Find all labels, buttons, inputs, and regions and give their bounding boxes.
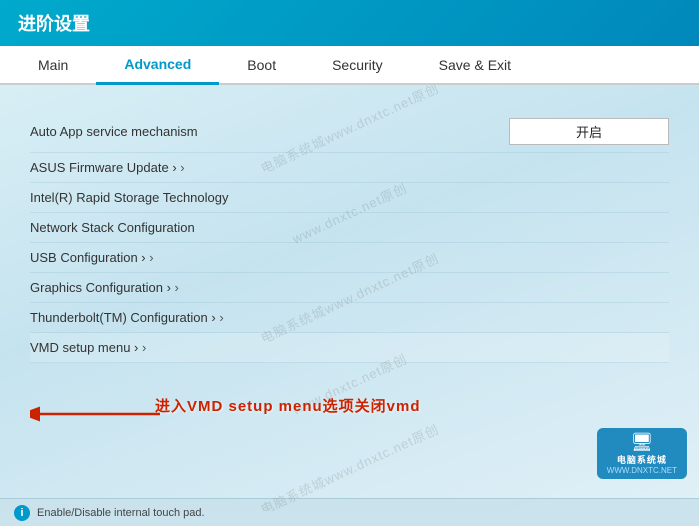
annotation-box: 进入VMD setup menu选项关闭vmd	[155, 395, 421, 416]
settings-list: Auto App service mechanism开启 ASUS Firmwar…	[30, 111, 669, 363]
settings-row-thunderbolt[interactable]: Thunderbolt(TM) Configuration ›	[30, 303, 669, 333]
tab-security[interactable]: Security	[304, 47, 411, 83]
title-bar: 进阶设置	[0, 0, 699, 46]
info-icon: i	[14, 505, 30, 521]
settings-row-vmd-setup[interactable]: VMD setup menu ›	[30, 333, 669, 363]
red-arrow-container	[30, 400, 170, 433]
tab-advanced[interactable]: Advanced	[96, 46, 219, 85]
tab-main[interactable]: Main	[10, 47, 96, 83]
settings-row-intel-rst: Intel(R) Rapid Storage Technology	[30, 183, 669, 213]
nav-tabs: MainAdvancedBootSecuritySave & Exit	[0, 46, 699, 85]
row-label-asus-firmware: ASUS Firmware Update ›	[30, 160, 669, 175]
brand-box: 🖥 电脑系统城 WWW.DNXTC.NET	[597, 428, 687, 479]
settings-row-asus-firmware[interactable]: ASUS Firmware Update ›	[30, 153, 669, 183]
settings-row-network-stack: Network Stack Configuration	[30, 213, 669, 243]
brand-url: WWW.DNXTC.NET	[607, 466, 677, 475]
settings-row-graphics-config[interactable]: Graphics Configuration ›	[30, 273, 669, 303]
tab-boot[interactable]: Boot	[219, 47, 304, 83]
settings-row-usb-config[interactable]: USB Configuration ›	[30, 243, 669, 273]
row-label-usb-config: USB Configuration ›	[30, 250, 669, 265]
row-value-auto-app[interactable]: 开启	[509, 118, 669, 145]
bottom-bar: i Enable/Disable internal touch pad.	[0, 498, 699, 526]
row-label-auto-app: Auto App service mechanism	[30, 124, 509, 139]
brand-watermark: 🖥 电脑系统城 WWW.DNXTC.NET	[597, 428, 687, 479]
annotation-text: 进入VMD setup menu选项关闭vmd	[155, 398, 421, 415]
row-label-thunderbolt: Thunderbolt(TM) Configuration ›	[30, 310, 669, 325]
row-label-network-stack: Network Stack Configuration	[30, 220, 669, 235]
brand-icon: 🖥	[630, 432, 653, 452]
row-label-graphics-config: Graphics Configuration ›	[30, 280, 669, 295]
brand-name: 电脑系统城	[607, 453, 677, 466]
settings-row-auto-app[interactable]: Auto App service mechanism开启	[30, 111, 669, 153]
row-label-intel-rst: Intel(R) Rapid Storage Technology	[30, 190, 669, 205]
tab-save-exit[interactable]: Save & Exit	[411, 47, 539, 83]
page-title: 进阶设置	[18, 10, 90, 36]
row-label-vmd-setup: VMD setup menu ›	[30, 340, 669, 355]
red-arrow-svg	[30, 400, 170, 428]
main-content: 电脑系统城www.dnxtc.net原创 www.dnxtc.net原创 电脑系…	[0, 85, 699, 511]
bottom-bar-text: Enable/Disable internal touch pad.	[37, 507, 205, 519]
